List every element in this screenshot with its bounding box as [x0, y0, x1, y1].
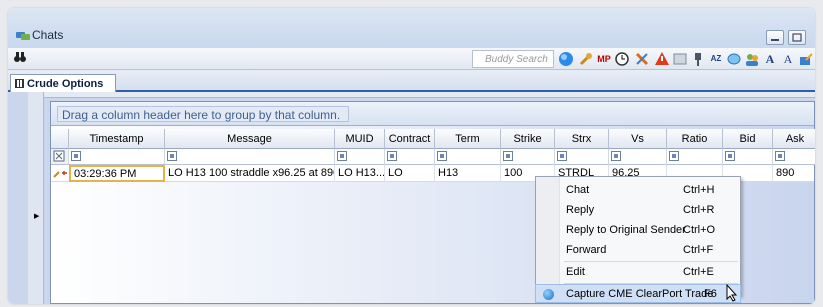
sort-az-icon[interactable]: AZ — [708, 51, 724, 67]
filter-checkbox[interactable] — [71, 151, 81, 161]
filter-message[interactable] — [165, 149, 335, 165]
filter-term[interactable] — [435, 149, 501, 165]
menu-item-capture-cme-clearport-trade[interactable]: Capture CME ClearPort Trade F6 — [535, 284, 741, 303]
expand-arrow-icon[interactable]: ▶ — [34, 212, 39, 220]
chats-window: Chats Buddy Search MP AZ A A Crude Optio… — [8, 8, 815, 304]
row-header-corner — [51, 129, 69, 149]
column-header-ask[interactable]: Ask — [773, 129, 815, 149]
filter-timestamp[interactable] — [69, 149, 165, 165]
context-menu: Chat Ctrl+H Reply Ctrl+R Reply to Origin… — [535, 176, 741, 296]
cell-term[interactable]: H13 — [435, 165, 501, 182]
filter-checkbox[interactable] — [437, 151, 447, 161]
group-by-area[interactable]: Drag a column header here to group by th… — [51, 102, 814, 126]
menu-item-chat[interactable]: Chat Ctrl+H — [536, 180, 740, 200]
column-header-strike[interactable]: Strike — [501, 129, 555, 149]
column-header-muid[interactable]: MUID — [335, 129, 385, 149]
cell-message[interactable]: LO H13 100 straddle x96.25 at 890 — [165, 165, 335, 182]
filter-ask[interactable] — [773, 149, 815, 165]
filter-checkbox[interactable] — [611, 151, 621, 161]
pin-icon[interactable] — [690, 51, 706, 67]
restore-icon — [792, 33, 802, 42]
warning-icon[interactable] — [654, 51, 670, 67]
menu-item-forward[interactable]: Forward Ctrl+F — [536, 240, 740, 260]
filter-strike[interactable] — [501, 149, 555, 165]
filter-strx[interactable] — [555, 149, 609, 165]
filter-checkbox[interactable] — [725, 151, 735, 161]
people-icon[interactable] — [744, 51, 760, 67]
filter-checkbox[interactable] — [387, 151, 397, 161]
globe-icon[interactable] — [558, 51, 574, 67]
top-splitter[interactable] — [44, 92, 815, 98]
minimize-icon — [771, 39, 779, 41]
grid-icon — [15, 79, 24, 88]
clock-icon[interactable] — [614, 51, 630, 67]
column-header-contract[interactable]: Contract — [385, 129, 435, 149]
title-bar: Chats — [8, 8, 815, 48]
buddy-search-input[interactable]: Buddy Search — [472, 50, 554, 68]
filter-checkbox[interactable] — [503, 151, 513, 161]
edit-pencil-icon — [53, 171, 67, 178]
window-title: Chats — [32, 28, 64, 42]
menu-item-edit[interactable]: Edit Ctrl+E — [536, 264, 740, 282]
filter-checkbox[interactable] — [337, 151, 347, 161]
restore-button[interactable] — [788, 30, 806, 45]
filter-vs[interactable] — [609, 149, 667, 165]
filter-ratio[interactable] — [667, 149, 723, 165]
mouse-cursor-icon — [726, 284, 738, 302]
grid-icon[interactable] — [672, 51, 688, 67]
filter-checkbox[interactable] — [557, 151, 567, 161]
column-header-message[interactable]: Message — [165, 129, 335, 149]
filter-muid[interactable] — [335, 149, 385, 165]
wrench-icon[interactable] — [578, 51, 594, 67]
menu-item-reply[interactable]: Reply Ctrl+R — [536, 200, 740, 220]
group-hint: Drag a column header here to group by th… — [57, 106, 349, 122]
filter-checkbox[interactable] — [167, 151, 177, 161]
tab-strip: Crude Options — [8, 70, 815, 92]
filter-checkbox[interactable] — [669, 151, 679, 161]
menu-separator — [564, 261, 738, 262]
left-collapse-panel[interactable]: ▶ — [28, 92, 44, 304]
column-header-vs[interactable]: Vs — [609, 129, 667, 149]
filter-clear-button[interactable] — [51, 149, 69, 165]
cell-contract[interactable]: LO — [385, 165, 435, 182]
minimize-button[interactable] — [766, 30, 784, 45]
chat-app-icon — [16, 32, 30, 40]
filter-clear-icon — [53, 150, 65, 162]
tools-icon[interactable] — [634, 51, 650, 67]
mp-icon[interactable]: MP — [596, 51, 612, 67]
menu-item-reply-original-sender[interactable]: Reply to Original Sender Ctrl+O — [536, 220, 740, 240]
column-header-ratio[interactable]: Ratio — [667, 129, 723, 149]
column-header-bid[interactable]: Bid — [723, 129, 773, 149]
column-header-strx[interactable]: Strx — [555, 129, 609, 149]
cell-ask[interactable]: 890 — [773, 165, 815, 182]
chat-icon[interactable] — [726, 51, 742, 67]
row-indicator — [51, 165, 69, 182]
font-decrease-icon[interactable]: A — [780, 51, 796, 67]
column-header-term[interactable]: Term — [435, 129, 501, 149]
column-header-timestamp[interactable]: Timestamp — [69, 129, 165, 149]
cell-muid[interactable]: LO H13... — [335, 165, 385, 182]
filter-checkbox[interactable] — [775, 151, 785, 161]
tab-crude-options[interactable]: Crude Options — [10, 74, 116, 92]
filter-bid[interactable] — [723, 149, 773, 165]
globe-icon — [543, 289, 554, 300]
toolbar: Buddy Search MP AZ A A — [8, 48, 815, 70]
filter-contract[interactable] — [385, 149, 435, 165]
tab-label: Crude Options — [27, 78, 104, 90]
font-increase-icon[interactable]: A — [762, 51, 778, 67]
binoculars-icon[interactable] — [12, 51, 28, 67]
export-icon[interactable] — [798, 51, 814, 67]
cell-timestamp[interactable]: 03:29:36 PM — [69, 165, 165, 182]
